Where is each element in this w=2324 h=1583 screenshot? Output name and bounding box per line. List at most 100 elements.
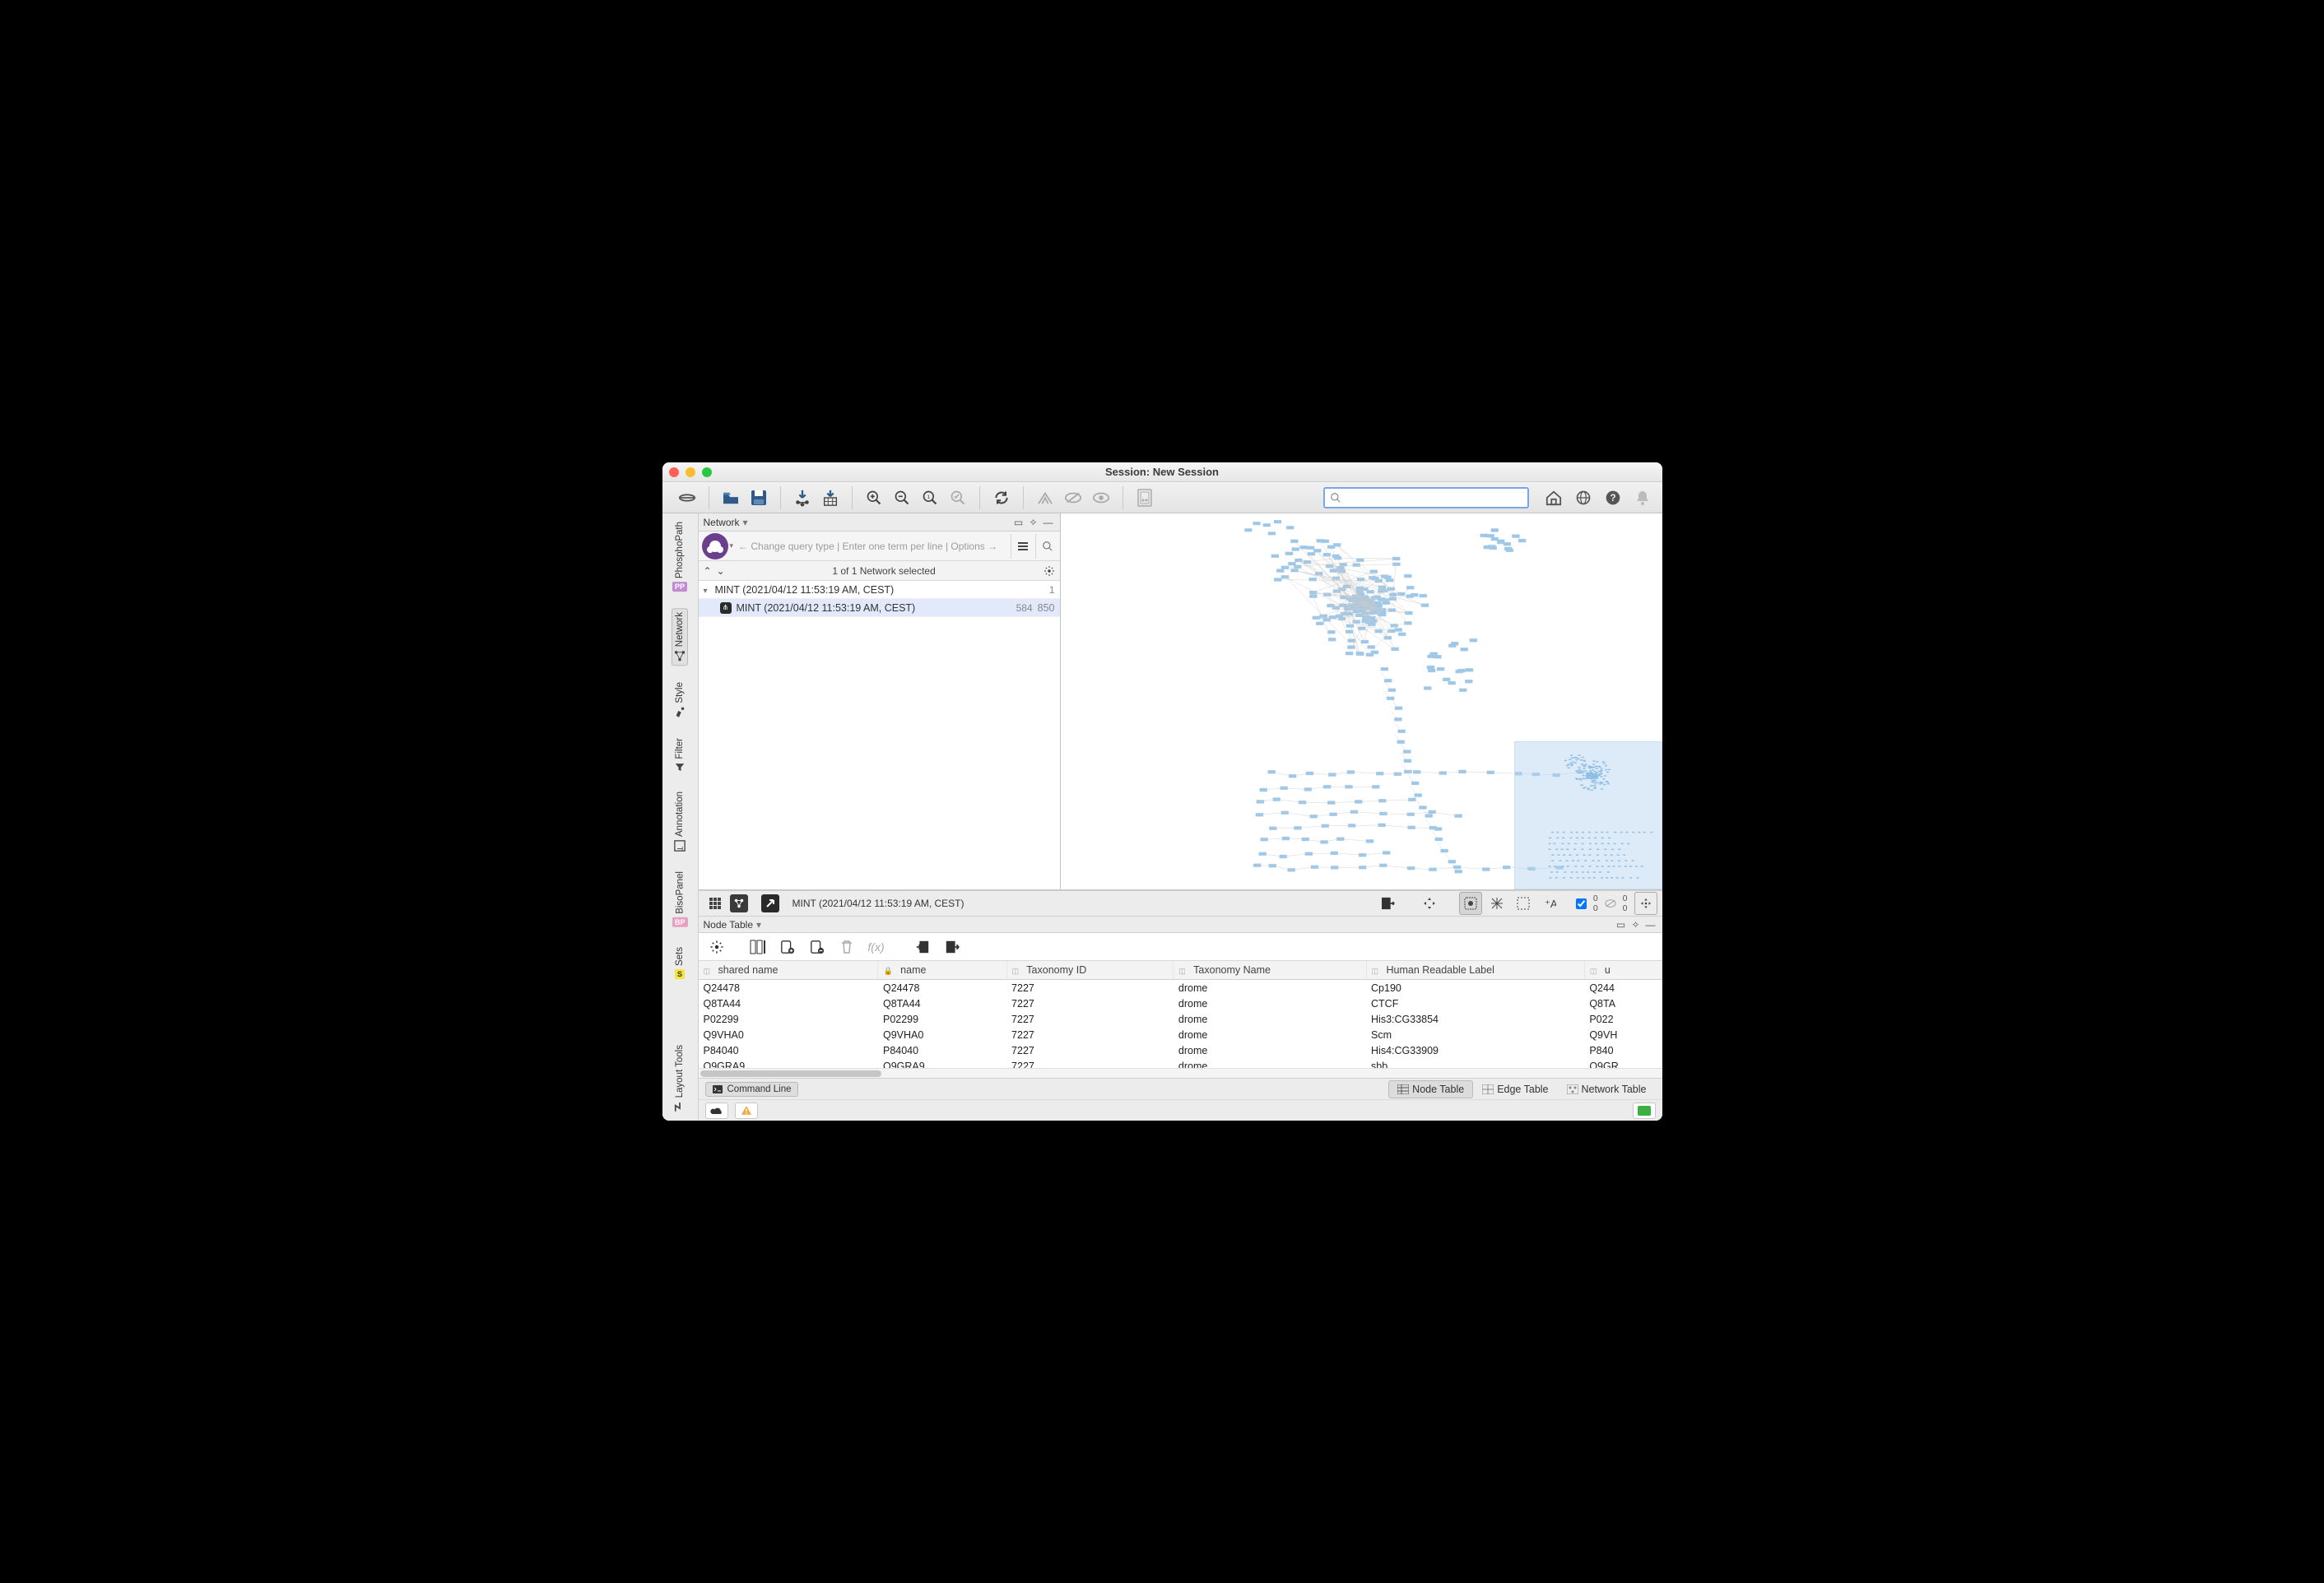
help-icon[interactable]: ? <box>1601 486 1624 509</box>
table-minimize-icon[interactable]: — <box>1644 918 1657 931</box>
home-icon[interactable] <box>1542 486 1565 509</box>
zoom-fit-icon[interactable]: 1 <box>918 486 941 509</box>
column-header[interactable]: ◫ Human Readable Label <box>1366 961 1584 980</box>
command-line-button[interactable]: Command Line <box>705 1082 799 1097</box>
notifications-icon[interactable] <box>1631 486 1654 509</box>
remove-column-icon[interactable] <box>806 935 829 959</box>
search-field[interactable] <box>1323 487 1529 508</box>
rail-network[interactable]: Network <box>672 608 688 666</box>
zoom-out-icon[interactable] <box>890 486 913 509</box>
network-options-icon[interactable] <box>1043 565 1055 577</box>
selection-row: ⌃ ⌄ 1 of 1 Network selected <box>699 561 1060 581</box>
rail-style[interactable]: Style <box>672 679 687 722</box>
minimap[interactable] <box>1514 741 1662 889</box>
selection-text: 1 of 1 Network selected <box>725 565 1043 577</box>
table-row[interactable]: Q9VHA0Q9VHA07227dromeScmQ9VH <box>699 1027 1662 1042</box>
hide-selected-icon[interactable] <box>1062 486 1085 509</box>
add-column-icon[interactable] <box>776 935 799 959</box>
save-session-icon[interactable] <box>747 486 770 509</box>
view-toolbar: MINT (2021/04/12 11:53:19 AM, CEST) <box>699 890 1662 917</box>
export-table-data-icon[interactable] <box>941 935 964 959</box>
view-network-name: MINT (2021/04/12 11:53:19 AM, CEST) <box>792 898 964 909</box>
fit-content-icon[interactable] <box>1418 892 1441 915</box>
detach-view-icon[interactable] <box>730 894 748 912</box>
panel-pin-icon[interactable]: ✧ <box>1027 516 1040 529</box>
query-placeholder-text[interactable]: ← Change query type | Enter one term per… <box>733 541 1010 552</box>
table-row[interactable]: P84040P840407227dromeHis4:CG33909P840 <box>699 1042 1662 1058</box>
database-selector-icon[interactable] <box>702 533 728 559</box>
rail-phosphopath[interactable]: PP PhosphoPath <box>671 518 689 595</box>
annotation-mode-icon[interactable]: ⁺A <box>1538 892 1561 915</box>
rail-bisopanel[interactable]: BP BisoPanel <box>671 868 690 931</box>
rail-layout-tools[interactable]: Layout Tools <box>672 1042 687 1116</box>
export-view-icon[interactable] <box>1377 892 1400 915</box>
network-child-row[interactable]: ⋔ MINT (2021/04/12 11:53:19 AM, CEST) 58… <box>699 599 1060 617</box>
table-cell: drome <box>1174 1042 1366 1058</box>
network-root-row[interactable]: MINT (2021/04/12 11:53:19 AM, CEST) 1 <box>699 581 1060 599</box>
cloud-status-icon[interactable] <box>705 1103 728 1119</box>
open-session-icon[interactable] <box>719 486 742 509</box>
delete-column-icon[interactable] <box>835 935 858 959</box>
horizontal-scrollbar[interactable] <box>699 1068 1662 1078</box>
network-view[interactable] <box>1061 513 1662 889</box>
search-input[interactable] <box>1341 491 1522 504</box>
table-row[interactable]: Q24478Q244787227dromeCp190Q244 <box>699 980 1662 996</box>
column-header[interactable]: ◫ shared name <box>699 961 878 980</box>
left-rail: PP PhosphoPath Network Style Filter T An… <box>662 513 699 1121</box>
column-header[interactable]: ◫ Taxonomy ID <box>1006 961 1174 980</box>
popout-view-icon[interactable] <box>761 894 779 912</box>
rail-label-network: Network <box>675 612 685 647</box>
table-columns-icon[interactable] <box>746 935 769 959</box>
new-network-icon[interactable] <box>676 486 699 509</box>
refresh-icon[interactable] <box>990 486 1013 509</box>
column-header[interactable]: ◫ u <box>1584 961 1662 980</box>
bird-eye-toggle-icon[interactable] <box>1634 892 1657 915</box>
show-all-icon[interactable] <box>1090 486 1113 509</box>
export-image-icon[interactable] <box>1133 486 1156 509</box>
panel-minimize-icon[interactable]: — <box>1042 516 1055 529</box>
web-icon[interactable] <box>1572 486 1595 509</box>
table-cell: 7227 <box>1006 1058 1174 1068</box>
always-show-graphics-icon[interactable] <box>1459 892 1482 915</box>
tab-edge-table[interactable]: Edge Table <box>1473 1080 1557 1098</box>
table-dock-icon[interactable]: ▭ <box>1615 918 1628 931</box>
rail-sets[interactable]: S Sets <box>673 944 686 982</box>
query-search-icon[interactable] <box>1035 534 1060 559</box>
show-graphics-detail-icon[interactable] <box>1485 892 1508 915</box>
grid-view-icon[interactable] <box>704 892 727 915</box>
query-row: ▾ ← Change query type | Enter one term p… <box>699 532 1060 561</box>
collapse-all-icon[interactable]: ⌃ <box>704 565 712 577</box>
table-row[interactable]: P02299P022997227dromeHis3:CG33854P022 <box>699 1011 1662 1027</box>
memory-status-icon[interactable] <box>1633 1103 1656 1119</box>
column-header[interactable]: 🔒 name <box>878 961 1006 980</box>
tab-network-table[interactable]: Network Table <box>1558 1080 1656 1098</box>
panel-dock-icon[interactable]: ▭ <box>1012 516 1025 529</box>
column-header[interactable]: ◫ Taxonomy Name <box>1174 961 1366 980</box>
import-table-icon[interactable] <box>819 486 842 509</box>
first-neighbors-icon[interactable] <box>1034 486 1057 509</box>
selection-mode-icon[interactable] <box>1512 892 1535 915</box>
table-pin-icon[interactable]: ✧ <box>1629 918 1643 931</box>
chevron-down-icon[interactable] <box>704 584 715 596</box>
hide-toggle-a[interactable] <box>1576 898 1587 909</box>
zoom-in-icon[interactable] <box>862 486 885 509</box>
query-menu-icon[interactable] <box>1011 534 1035 559</box>
function-builder-icon[interactable]: f(x) <box>865 935 888 959</box>
rail-label-layouttools: Layout Tools <box>675 1045 685 1098</box>
table-settings-icon[interactable] <box>705 935 728 959</box>
import-table-data-icon[interactable] <box>911 935 934 959</box>
table-scroll[interactable]: ◫ shared name🔒 name◫ Taxonomy ID◫ Taxono… <box>699 961 1662 1068</box>
node-table: ◫ shared name🔒 name◫ Taxonomy ID◫ Taxono… <box>699 961 1662 1068</box>
expand-all-icon[interactable]: ⌄ <box>717 565 725 577</box>
table-row[interactable]: O9GRA9O9GRA97227dromesbbO9GR <box>699 1058 1662 1068</box>
table-cell: sbb <box>1366 1058 1584 1068</box>
rail-filter[interactable]: Filter <box>673 735 686 776</box>
network-child-label: MINT (2021/04/12 11:53:19 AM, CEST) <box>737 602 916 614</box>
rail-annotation[interactable]: T Annotation <box>672 788 687 855</box>
import-network-icon[interactable] <box>791 486 814 509</box>
tab-node-table[interactable]: Node Table <box>1388 1080 1473 1098</box>
search-icon <box>1330 492 1341 504</box>
zoom-selected-icon[interactable] <box>946 486 969 509</box>
warning-status-icon[interactable] <box>735 1103 758 1119</box>
table-row[interactable]: Q8TA44Q8TA447227dromeCTCFQ8TA <box>699 996 1662 1011</box>
